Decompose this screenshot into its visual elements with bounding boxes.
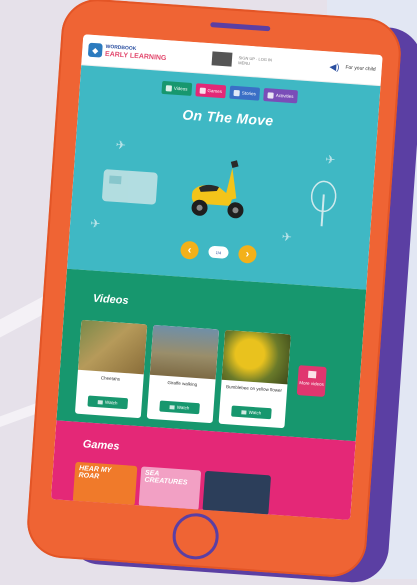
parents-link[interactable]: For your child <box>345 65 376 73</box>
next-arrow-button[interactable]: › <box>237 244 258 264</box>
watch-label: Watch <box>248 409 262 416</box>
video-card[interactable]: Bumblebee on yellow flower Watch <box>218 329 291 429</box>
tree-illustration <box>310 180 337 227</box>
tablet-device: ◆ WORDBOOK EARLY LEARNING SIGN UP · LOG … <box>24 0 404 580</box>
paint-icon <box>267 91 275 99</box>
video-caption: Cheetahs <box>100 375 121 382</box>
video-cards: Cheetahs Watch Giraffe walking Watch Bum… <box>74 319 291 429</box>
volume-icon[interactable]: ◀) <box>329 61 340 73</box>
more-videos-button[interactable]: More videos <box>296 365 327 397</box>
play-icon <box>97 399 104 405</box>
game-card[interactable] <box>202 470 272 516</box>
plane-icon: ✈ <box>89 216 101 231</box>
videos-heading: Videos <box>92 292 129 308</box>
previous-arrow-button[interactable]: ‹ <box>179 240 200 260</box>
game-card[interactable]: SEA CREATURES <box>138 466 202 511</box>
game-card[interactable]: HEAR MY ROAR <box>72 461 138 506</box>
nav-activities-label: Activities <box>275 92 294 100</box>
nav-videos-button[interactable]: Videos <box>161 80 192 96</box>
logo-icon: ◆ <box>87 42 103 58</box>
nav-stories-button[interactable]: Stories <box>229 85 261 101</box>
watch-label: Watch <box>176 404 190 411</box>
slide-pager: 1/4 <box>208 245 229 259</box>
play-icon <box>241 409 247 415</box>
more-videos-label: More videos <box>299 380 324 387</box>
watch-button[interactable]: Watch <box>159 400 200 415</box>
nav-stories-label: Stories <box>241 90 257 97</box>
video-icon <box>165 84 173 92</box>
hero-section: Videos Games Stories Activities On The M… <box>66 65 381 290</box>
video-caption: Giraffe walking <box>167 379 198 388</box>
videos-section: Videos Cheetahs Watch Giraffe walking Wa… <box>56 268 367 442</box>
video-thumbnail[interactable] <box>221 329 291 385</box>
nav-videos-label: Videos <box>173 85 188 92</box>
plane-icon: ✈ <box>115 137 127 153</box>
video-thumbnail[interactable] <box>77 319 148 375</box>
book-icon <box>233 89 241 96</box>
play-icon <box>169 404 175 410</box>
watch-button[interactable]: Watch <box>87 395 129 410</box>
games-heading: Games <box>82 438 120 453</box>
tablet-speaker <box>210 22 271 32</box>
video-thumbnail[interactable] <box>149 324 220 380</box>
header-thumbnail[interactable] <box>211 51 233 67</box>
pager-text: 1/4 <box>215 249 222 255</box>
site-logo[interactable]: ◆ WORDBOOK EARLY LEARNING <box>87 42 167 62</box>
watch-label: Watch <box>104 399 118 406</box>
home-button[interactable] <box>171 511 221 561</box>
plane-icon: ✈ <box>281 229 293 245</box>
play-icon <box>307 370 317 379</box>
video-card[interactable]: Cheetahs Watch <box>74 319 148 419</box>
game-title: SEA CREATURES <box>144 469 188 487</box>
scooter-illustration[interactable] <box>183 155 257 224</box>
video-card[interactable]: Giraffe walking Watch <box>146 324 220 424</box>
watch-button[interactable]: Watch <box>231 405 272 420</box>
gamepad-icon <box>199 87 206 94</box>
nav-games-label: Games <box>207 88 223 95</box>
plane-icon: ✈ <box>324 152 336 168</box>
nav-games-button[interactable]: Games <box>195 83 227 99</box>
game-title: HEAR MY ROAR <box>78 465 112 481</box>
nav-activities-button[interactable]: Activities <box>263 88 298 104</box>
campervan-illustration <box>101 169 158 205</box>
video-caption: Bumblebee on yellow flower <box>225 384 283 393</box>
tablet-screen: ◆ WORDBOOK EARLY LEARNING SIGN UP · LOG … <box>50 34 383 521</box>
